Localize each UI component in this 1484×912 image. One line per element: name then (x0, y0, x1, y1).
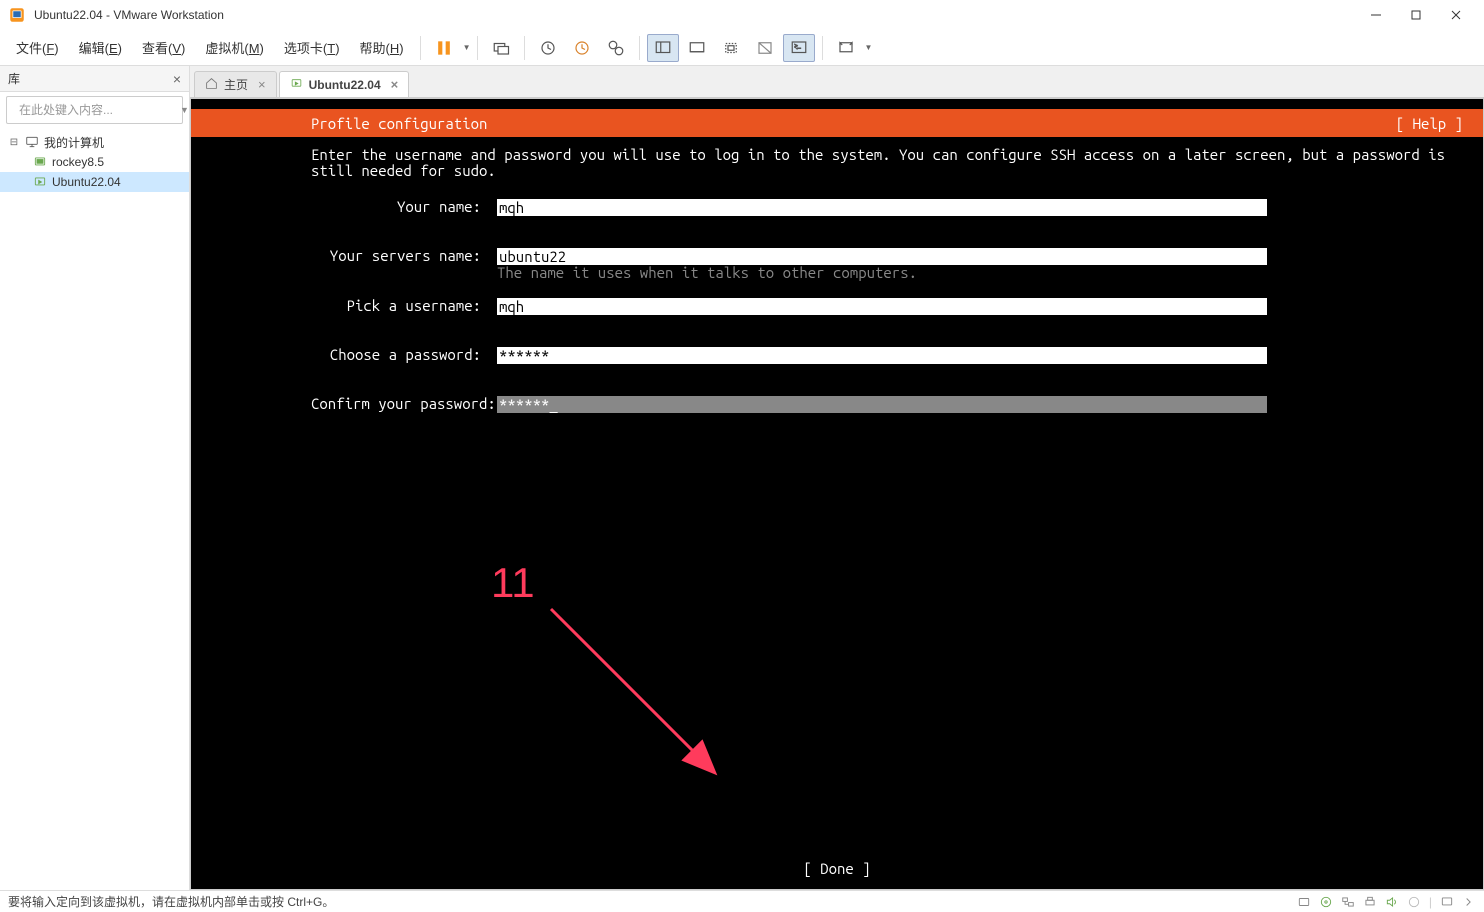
cd-icon[interactable] (1319, 895, 1333, 909)
installer-title: Profile configuration (311, 115, 487, 132)
view-fullscreen-button[interactable]: >_ (783, 34, 815, 62)
menu-edit[interactable]: 编辑(E) (69, 32, 132, 63)
confirm-password-input[interactable]: ******_ (497, 396, 1267, 413)
username-label: Pick a username: (311, 298, 497, 313)
vm-console[interactable]: Profile configuration [ Help ] Enter the… (190, 98, 1484, 890)
tab-ubuntu[interactable]: Ubuntu22.04 × (279, 71, 410, 97)
server-name-label: Your servers name: (311, 248, 497, 263)
menu-view[interactable]: 查看(V) (132, 32, 195, 63)
installer-header: Profile configuration [ Help ] (191, 109, 1483, 137)
tab-label: 主页 (224, 76, 248, 93)
snapshot-revert-button[interactable] (566, 34, 598, 62)
tree-root-label: 我的计算机 (44, 134, 104, 151)
field-server-name: Your servers name: ubuntu22 The name it … (311, 248, 1463, 280)
sidebar-search-input[interactable] (19, 103, 174, 117)
snapshot-manager-button[interactable] (600, 34, 632, 62)
enter-fullscreen-button[interactable] (830, 34, 862, 62)
app-icon (8, 6, 26, 24)
done-button[interactable]: [ Done ] (803, 860, 870, 877)
fullscreen-dropdown-icon[interactable]: ▼ (865, 43, 873, 52)
tabs-bar: 主页 × Ubuntu22.04 × (190, 66, 1484, 98)
vm-tree: ⊟ 我的计算机 rockey8.5 Ubuntu22.04 (0, 128, 189, 196)
sidebar-title: 库 (8, 70, 20, 87)
tab-home[interactable]: 主页 × (194, 71, 277, 97)
field-username: Pick a username: mqh (311, 298, 1463, 315)
message-icon[interactable] (1440, 895, 1454, 909)
tree-item-rockey[interactable]: rockey8.5 (0, 152, 189, 172)
home-icon (205, 77, 218, 93)
printer-icon[interactable] (1363, 895, 1377, 909)
pause-dropdown-icon[interactable]: ▼ (463, 43, 471, 52)
tab-close-button[interactable]: × (391, 77, 399, 92)
password-input[interactable]: ****** (497, 347, 1267, 364)
tree-item-ubuntu[interactable]: Ubuntu22.04 (0, 172, 189, 192)
tab-label: Ubuntu22.04 (309, 78, 381, 92)
computer-icon (24, 134, 40, 150)
vm-icon (32, 154, 48, 170)
svg-text:>_: >_ (794, 43, 800, 49)
your-name-label: Your name: (311, 199, 497, 214)
network-icon[interactable] (1341, 895, 1355, 909)
sidebar-search[interactable]: ▼ (6, 96, 183, 124)
search-dropdown-icon[interactable]: ▼ (180, 105, 189, 115)
tree-item-label: Ubuntu22.04 (52, 175, 121, 189)
menubar: 文件(F) 编辑(E) 查看(V) 虚拟机(M) 选项卡(T) 帮助(H) ▼ … (0, 30, 1484, 66)
view-unity-button[interactable] (749, 34, 781, 62)
content-pane: 主页 × Ubuntu22.04 × Profile configuration… (190, 66, 1484, 890)
view-stretch-button[interactable] (715, 34, 747, 62)
installer-help-button[interactable]: [ Help ] (1396, 115, 1463, 132)
window-close-button[interactable] (1436, 0, 1476, 30)
sound-icon[interactable] (1385, 895, 1399, 909)
view-console-button[interactable] (647, 34, 679, 62)
field-password: Choose a password: ****** (311, 347, 1463, 364)
statusbar-tray: | (1297, 895, 1476, 909)
server-name-input[interactable]: ubuntu22 (497, 248, 1267, 265)
usb-icon[interactable] (1407, 895, 1421, 909)
annotation-arrow-icon (541, 599, 741, 789)
password-label: Choose a password: (311, 347, 497, 362)
sidebar-close-button[interactable]: × (173, 71, 181, 87)
field-your-name: Your name: mqh (311, 199, 1463, 216)
send-ctrl-alt-del-button[interactable] (485, 34, 517, 62)
confirm-password-label: Confirm your password: (311, 396, 497, 411)
annotation-number: 11 (491, 559, 535, 607)
tree-root-my-computer[interactable]: ⊟ 我的计算机 (0, 132, 189, 152)
username-input[interactable]: mqh (497, 298, 1267, 315)
disk-icon[interactable] (1297, 895, 1311, 909)
statusbar-text: 要将输入定向到该虚拟机，请在虚拟机内部单击或按 Ctrl+G。 (8, 893, 334, 910)
snapshot-take-button[interactable] (532, 34, 564, 62)
window-minimize-button[interactable] (1356, 0, 1396, 30)
sidebar: 库 × ▼ ⊟ 我的计算机 rockey8.5 Ubuntu22.04 (0, 66, 190, 890)
vm-playing-icon (290, 77, 303, 93)
vm-playing-icon (32, 174, 48, 190)
your-name-input[interactable]: mqh (497, 199, 1267, 216)
field-confirm-password: Confirm your password: ******_ (311, 396, 1463, 413)
window-maximize-button[interactable] (1396, 0, 1436, 30)
installer-instructions: Enter the username and password you will… (311, 147, 1463, 179)
pause-button[interactable] (428, 34, 460, 62)
view-thumbnail-button[interactable] (681, 34, 713, 62)
menu-help[interactable]: 帮助(H) (350, 32, 414, 63)
server-name-hint: The name it uses when it talks to other … (497, 265, 1267, 280)
tab-close-button[interactable]: × (258, 77, 266, 92)
menu-vm[interactable]: 虚拟机(M) (195, 32, 274, 63)
menu-file[interactable]: 文件(F) (6, 32, 69, 63)
statusbar: 要将输入定向到该虚拟机，请在虚拟机内部单击或按 Ctrl+G。 | (0, 890, 1484, 912)
tree-item-label: rockey8.5 (52, 155, 104, 169)
window-title: Ubuntu22.04 - VMware Workstation (34, 8, 224, 22)
tree-collapse-icon[interactable]: ⊟ (8, 137, 20, 148)
window-titlebar: Ubuntu22.04 - VMware Workstation (0, 0, 1484, 30)
chevron-icon[interactable] (1462, 895, 1476, 909)
menu-tabs[interactable]: 选项卡(T) (274, 32, 350, 63)
sidebar-header: 库 × (0, 66, 189, 92)
